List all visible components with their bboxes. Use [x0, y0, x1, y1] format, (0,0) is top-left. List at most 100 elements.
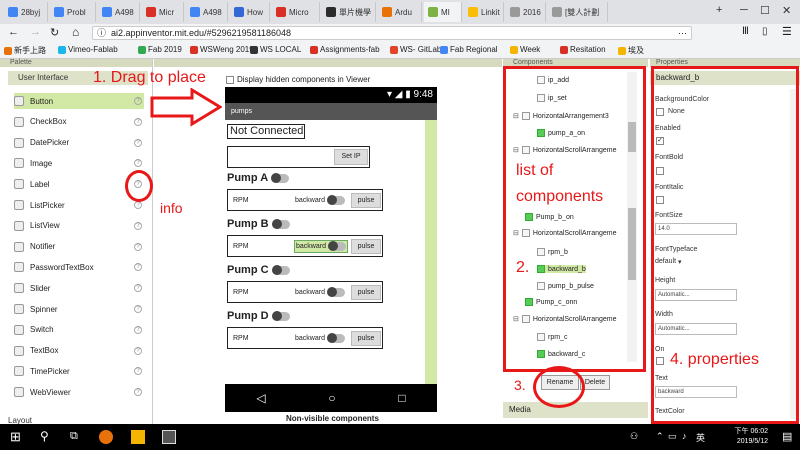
info-icon[interactable]: ?: [134, 325, 142, 334]
ip-row[interactable]: Set IP: [227, 146, 370, 168]
palette-item-spinner[interactable]: Spinner?: [14, 301, 144, 317]
palette-item-listview[interactable]: ListView?: [14, 218, 144, 234]
media-section[interactable]: Media: [503, 402, 648, 418]
info-icon[interactable]: ?: [134, 346, 142, 355]
direction-switch[interactable]: backward: [294, 286, 348, 299]
forward-icon[interactable]: →: [30, 26, 41, 38]
browser-tab[interactable]: 2016: [506, 2, 546, 22]
browser-tab[interactable]: MI: [424, 2, 462, 22]
bookmark-item[interactable]: 新手上路: [4, 45, 46, 56]
browser-tab[interactable]: Micro: [272, 2, 320, 22]
pump-switch-pump-a[interactable]: Pump A: [227, 172, 290, 184]
menu-icon[interactable]: ☰: [782, 25, 792, 38]
palette-item-passwordtextbox[interactable]: PasswordTextBox?: [14, 259, 144, 275]
bookmark-ws-gitlab[interactable]: WS- GitLab: [390, 45, 441, 54]
pump-switch-pump-c[interactable]: Pump C: [227, 264, 290, 276]
pump-switch-pump-d[interactable]: Pump D: [227, 310, 290, 322]
palette-item-timepicker[interactable]: TimePicker?: [14, 363, 144, 379]
info-icon[interactable]: ?: [134, 242, 142, 251]
home-icon[interactable]: ⌂: [72, 25, 79, 39]
volume-icon[interactable]: ♪: [682, 431, 687, 441]
back-icon[interactable]: ←: [8, 26, 19, 38]
bookmark-resitation[interactable]: Resitation: [560, 45, 606, 54]
pulse-button[interactable]: pulse: [351, 285, 381, 300]
task-view-icon[interactable]: ⧉: [70, 430, 84, 444]
bookmark-fab-regional[interactable]: Fab Regional: [440, 45, 498, 54]
palette-item-webviewer[interactable]: WebViewer?: [14, 384, 144, 400]
bookmark-week[interactable]: Week: [510, 45, 540, 54]
info-icon[interactable]: ?: [134, 388, 142, 397]
palette-item-switch[interactable]: Switch?: [14, 322, 144, 338]
palette-item-checkbox[interactable]: CheckBox?: [14, 114, 144, 130]
network-icon[interactable]: ▭: [668, 431, 677, 442]
palette-item-image[interactable]: Image?: [14, 155, 144, 171]
info-icon[interactable]: ?: [134, 117, 142, 126]
info-icon[interactable]: ?: [134, 159, 142, 168]
bookmark-fab-2019[interactable]: Fab 2019: [138, 45, 182, 54]
url-field[interactable]: ⓘ ai2.appinventor.mit.edu/#5296219581186…: [92, 26, 692, 40]
bookmark-assignments-fab[interactable]: Assignments-fab: [310, 45, 380, 54]
palette-item-textbox[interactable]: TextBox?: [14, 343, 144, 359]
palette-item-datepicker[interactable]: DatePicker?: [14, 135, 144, 151]
bookmark-wsweng-2019[interactable]: WSWeng 2019: [190, 45, 254, 54]
library-icon[interactable]: Ⅲ: [742, 26, 749, 37]
checkbox-box[interactable]: [226, 75, 234, 84]
browser-tab[interactable]: 單片機學: [322, 2, 376, 22]
maximize-icon[interactable]: ☐: [760, 4, 770, 17]
browser-tab[interactable]: How: [230, 2, 270, 22]
info-icon[interactable]: ?: [134, 367, 142, 376]
reload-icon[interactable]: ↻: [50, 26, 59, 39]
switch-toggle-icon[interactable]: [326, 333, 345, 343]
switch-toggle-icon[interactable]: [271, 310, 290, 321]
bookmark-ws-local[interactable]: WS LOCAL: [250, 45, 301, 54]
direction-switch[interactable]: backward: [294, 240, 348, 253]
switch-toggle-icon[interactable]: [327, 241, 346, 251]
photos-icon[interactable]: [162, 430, 176, 444]
info-icon[interactable]: ?: [134, 305, 142, 313]
bookmark-vimeo-fablab[interactable]: Vimeo-Fablab: [58, 45, 118, 54]
file-explorer-icon[interactable]: [131, 430, 145, 444]
palette-item-slider[interactable]: Slider?: [14, 280, 144, 296]
info-icon[interactable]: ?: [134, 284, 142, 293]
pulse-button[interactable]: pulse: [351, 239, 381, 254]
browser-tab[interactable]: Linkit: [464, 2, 504, 22]
palette-item-notifier[interactable]: Notifier?: [14, 239, 144, 255]
browser-tab[interactable]: Probl: [50, 2, 96, 22]
palette-item-listpicker[interactable]: ListPicker?: [14, 197, 144, 213]
notifications-icon[interactable]: ▤: [782, 430, 792, 443]
switch-toggle-icon[interactable]: [271, 172, 290, 183]
browser-tab[interactable]: [雙人計劃: [548, 2, 608, 22]
browser-tab[interactable]: Micr: [142, 2, 184, 22]
browser-tab[interactable]: A498: [98, 2, 140, 22]
close-window-icon[interactable]: ✕: [782, 4, 791, 17]
status-label[interactable]: Not Connected: [227, 124, 305, 139]
more-icon[interactable]: ⋯: [678, 27, 687, 39]
ime-icon[interactable]: 英: [696, 431, 705, 444]
palette-item-button[interactable]: Button?: [14, 93, 144, 109]
info-icon[interactable]: ?: [134, 201, 142, 209]
sidebar-icon[interactable]: ▯: [762, 26, 768, 37]
pulse-button[interactable]: pulse: [351, 331, 381, 346]
direction-switch[interactable]: backward: [294, 194, 348, 207]
new-tab-button[interactable]: +: [716, 4, 722, 16]
info-icon[interactable]: ?: [134, 263, 142, 272]
minimize-icon[interactable]: ─: [740, 4, 748, 16]
firefox-icon[interactable]: [99, 430, 113, 444]
search-icon[interactable]: ⚲: [40, 429, 54, 443]
windows-start-icon[interactable]: ⊞: [10, 429, 24, 444]
browser-tab[interactable]: Ardu: [378, 2, 422, 22]
people-icon[interactable]: ⚇: [630, 431, 638, 442]
browser-tab[interactable]: 28byj: [4, 2, 48, 22]
clock[interactable]: 下午 06:02 2019/5/12: [735, 427, 768, 447]
switch-toggle-icon[interactable]: [326, 287, 345, 297]
pump-switch-pump-b[interactable]: Pump B: [227, 218, 290, 230]
switch-toggle-icon[interactable]: [271, 264, 290, 275]
switch-toggle-icon[interactable]: [326, 195, 345, 205]
display-hidden-checkbox[interactable]: Display hidden components in Viewer: [226, 75, 370, 84]
bookmark-item[interactable]: 埃及: [618, 45, 644, 56]
info-icon[interactable]: ?: [134, 97, 142, 105]
switch-toggle-icon[interactable]: [271, 218, 290, 229]
info-icon[interactable]: ?: [134, 138, 142, 147]
info-icon[interactable]: ?: [134, 221, 142, 230]
browser-tab[interactable]: A498: [186, 2, 228, 22]
